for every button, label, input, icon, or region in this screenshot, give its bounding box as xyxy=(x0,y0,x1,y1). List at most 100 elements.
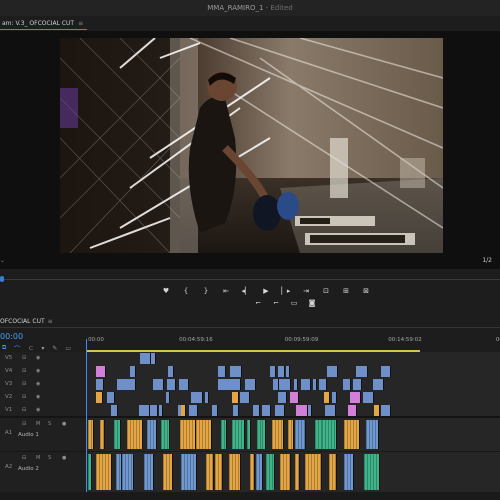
timeline-clip[interactable] xyxy=(270,366,276,377)
timeline-clip[interactable] xyxy=(250,454,255,490)
timeline-clip[interactable] xyxy=(275,405,285,416)
add-marker-icon[interactable]: ▾ xyxy=(41,345,44,352)
timeline-timecode[interactable]: 00:00 xyxy=(0,332,23,341)
track-lock-icon[interactable]: ⊟ xyxy=(22,455,26,461)
track-output-icon[interactable]: ◉ xyxy=(36,407,40,413)
timeline-clip[interactable] xyxy=(313,379,317,390)
track-header[interactable]: V2 ⊟ ◉ xyxy=(0,391,86,405)
sync-lock-icon[interactable]: ⊟ xyxy=(22,394,26,400)
track-output-icon[interactable]: ◉ xyxy=(36,381,40,387)
timeline-clip[interactable] xyxy=(233,405,239,416)
timeline-clip[interactable] xyxy=(343,379,351,390)
timeline-clip[interactable] xyxy=(344,454,354,490)
marker-button[interactable]: ♥ xyxy=(160,285,172,297)
lift-button[interactable]: ⌐ xyxy=(252,297,264,309)
panel-menu-icon[interactable]: ≡ xyxy=(78,20,83,27)
sequence-tab[interactable]: OFCOCIAL CUT ≡ xyxy=(0,318,53,325)
track-header[interactable]: A2 ⊟ M S ● Audio 2 xyxy=(0,452,86,493)
timeline-clip[interactable] xyxy=(88,420,94,449)
timeline-clip[interactable] xyxy=(329,454,337,490)
track-lock-icon[interactable]: ⊟ xyxy=(22,421,26,427)
timeline-clip[interactable] xyxy=(96,454,112,490)
voice-icon[interactable]: ● xyxy=(62,421,66,427)
out-point-button[interactable]: } xyxy=(200,285,212,297)
timeline-clip[interactable] xyxy=(96,392,103,403)
timeline-clip[interactable] xyxy=(180,420,196,449)
step-back-button[interactable]: ◂▏ xyxy=(240,285,252,297)
timeline-clip[interactable] xyxy=(262,420,266,449)
timeline-clip[interactable] xyxy=(159,405,163,416)
timeline-clip[interactable] xyxy=(319,379,327,390)
program-monitor-tab[interactable]: am: V.3_ OFCOCIAL CUT ≡ xyxy=(0,18,88,30)
track-lane[interactable] xyxy=(86,352,500,366)
timeline-scrollbar[interactable] xyxy=(0,492,500,500)
in-point-button[interactable]: { xyxy=(180,285,192,297)
timeline-clip[interactable] xyxy=(140,353,151,364)
timeline-clip[interactable] xyxy=(166,392,170,403)
sync-lock-icon[interactable]: ⊟ xyxy=(22,407,26,413)
timeline-clip[interactable] xyxy=(295,454,300,490)
timeline-clip[interactable] xyxy=(280,454,291,490)
timeline-clip[interactable] xyxy=(381,405,391,416)
timeline-clip[interactable] xyxy=(130,366,136,377)
voice-icon[interactable]: ● xyxy=(62,455,66,461)
timeline-clip[interactable] xyxy=(308,405,312,416)
timeline-clip[interactable] xyxy=(262,405,271,416)
timeline-clip[interactable] xyxy=(230,366,242,377)
track-output-icon[interactable]: ◉ xyxy=(36,368,40,374)
step-forward-button[interactable]: ▏▸ xyxy=(280,285,292,297)
timeline-clip[interactable] xyxy=(288,420,294,449)
solo-icon[interactable]: S xyxy=(48,455,51,461)
timeline-clip[interactable] xyxy=(189,405,198,416)
track-output-icon[interactable]: ◉ xyxy=(36,355,40,361)
timeline-clip[interactable] xyxy=(305,454,322,490)
track-lane[interactable] xyxy=(86,418,500,452)
play-button[interactable]: ▶ xyxy=(260,285,272,297)
timeline-clip[interactable] xyxy=(212,405,218,416)
mute-icon[interactable]: M xyxy=(36,455,40,461)
timeline-clip[interactable] xyxy=(111,405,118,416)
compare-button[interactable]: ▭ xyxy=(288,297,300,309)
timeline-clip[interactable] xyxy=(215,454,223,490)
timeline-clip[interactable] xyxy=(161,420,170,449)
timeline-clip[interactable] xyxy=(281,392,287,403)
timeline-clip[interactable] xyxy=(229,454,241,490)
timeline-clip[interactable] xyxy=(253,405,260,416)
timeline-clip[interactable] xyxy=(96,366,106,377)
timeline-clip[interactable] xyxy=(344,420,360,449)
timeline-clip[interactable] xyxy=(122,454,134,490)
timeline-clip[interactable] xyxy=(373,379,384,390)
timeline-clip[interactable] xyxy=(366,420,379,449)
sync-lock-icon[interactable]: ⊟ xyxy=(22,355,26,361)
track-lane[interactable] xyxy=(86,391,500,405)
timeline-clip[interactable] xyxy=(266,454,275,490)
timeline-clip[interactable] xyxy=(167,379,176,390)
timeline-clip[interactable] xyxy=(240,392,250,403)
timeline-clip[interactable] xyxy=(332,392,337,403)
timeline-clip[interactable] xyxy=(179,379,189,390)
timeline-clip[interactable] xyxy=(272,420,284,449)
timeline-clip[interactable] xyxy=(107,392,115,403)
timeline-clip[interactable] xyxy=(363,392,374,403)
export-frame-button[interactable]: ⊠ xyxy=(360,285,372,297)
timeline-clip[interactable] xyxy=(229,379,241,390)
timeline-menu-icon[interactable]: ≡ xyxy=(48,318,53,325)
timeline-clip[interactable] xyxy=(247,420,251,449)
timeline-clip[interactable] xyxy=(374,405,380,416)
timeline-clip[interactable] xyxy=(295,420,306,449)
timeline-clip[interactable] xyxy=(205,392,209,403)
timeline-clip[interactable] xyxy=(127,420,143,449)
resolution-select[interactable]: 1/2 xyxy=(482,257,492,264)
timeline-clip[interactable] xyxy=(364,454,380,490)
timeline-clip[interactable] xyxy=(206,454,214,490)
captions-icon[interactable]: ▭ xyxy=(65,345,71,352)
nest-icon[interactable]: ⧉ xyxy=(2,344,6,352)
timeline-clip[interactable] xyxy=(147,420,157,449)
track-header[interactable]: V5 ⊟ ◉ xyxy=(0,352,86,366)
mute-icon[interactable]: M xyxy=(36,421,40,427)
timeline-clip[interactable] xyxy=(245,379,256,390)
timeline-clip[interactable] xyxy=(196,420,212,449)
monitor-scrub-bar[interactable] xyxy=(0,276,500,282)
sync-lock-icon[interactable]: ⊟ xyxy=(22,381,26,387)
timeline-clip[interactable] xyxy=(325,405,336,416)
